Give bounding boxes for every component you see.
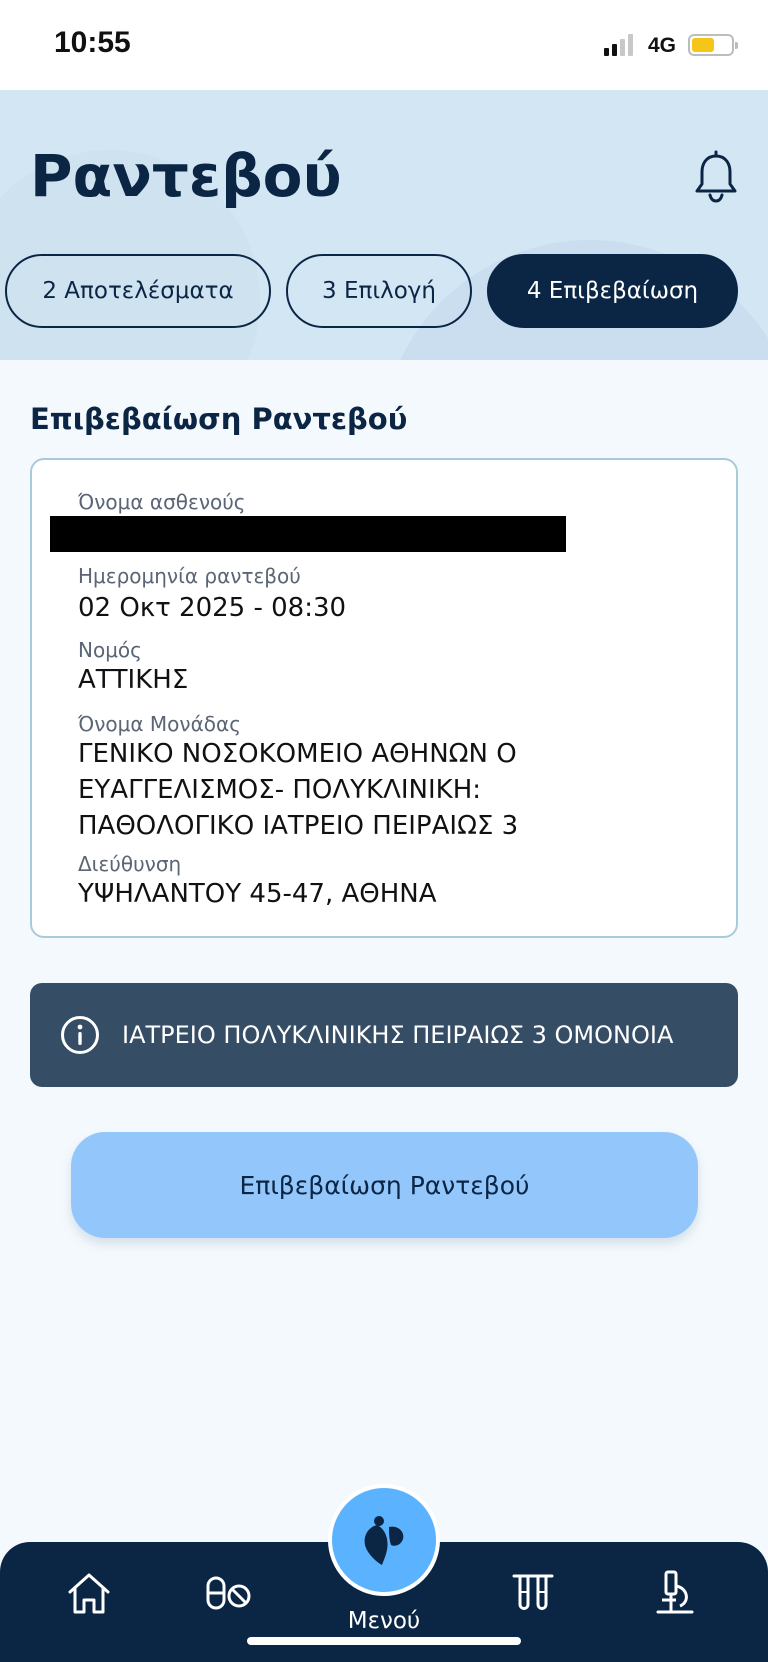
bell-icon[interactable] — [692, 150, 740, 204]
menu-label: Μενού — [347, 1608, 421, 1634]
unit-label: Όνομα Μονάδας — [78, 712, 241, 736]
menu-logo-icon — [364, 1516, 404, 1565]
status-time: 10:55 — [54, 26, 131, 59]
section-title: Επιβεβαίωση Ραντεβού — [30, 402, 408, 436]
address-label: Διεύθυνση — [78, 852, 182, 876]
step-selection[interactable]: 3 Επιλογή — [286, 254, 472, 328]
signal-icon — [604, 34, 633, 56]
address-value: ΥΨΗΛΑΝΤΟΥ 45-47, ΑΘΗΝΑ — [78, 879, 437, 909]
step-confirmation[interactable]: 4 Επιβεβαίωση — [487, 254, 738, 328]
page-title: Ραντεβού — [30, 142, 342, 210]
appointment-details-card: Όνομα ασθενούς Ημερομηνία ραντεβού 02 Οκ… — [30, 458, 738, 938]
page-header: Ραντεβού 2 Αποτελέσματα 3 Επιλογή 4 Επιβ… — [0, 90, 768, 360]
step-tabs: 2 Αποτελέσματα 3 Επιλογή 4 Επιβεβαίωση — [0, 254, 768, 330]
network-type: 4G — [648, 34, 677, 57]
info-banner: ΙΑΤΡΕΙΟ ΠΟΛΥΚΛΙΝΙΚΗΣ ΠΕΙΡΑΙΩΣ 3 ΟΜΟΝΟΙΑ — [30, 983, 738, 1087]
patient-name-label: Όνομα ασθενούς — [78, 490, 246, 514]
prefecture-value: ΑΤΤΙΚΗΣ — [78, 665, 189, 695]
confirm-appointment-button[interactable]: Επιβεβαίωση Ραντεβού — [71, 1132, 698, 1238]
status-bar: 10:55 4G — [0, 0, 768, 90]
info-text: ΙΑΤΡΕΙΟ ΠΟΛΥΚΛΙΝΙΚΗΣ ΠΕΙΡΑΙΩΣ 3 ΟΜΟΝΟΙΑ — [122, 1021, 674, 1049]
unit-line-3: ΠΑΘΟΛΟΓΙΚΟ ΙΑΤΡΕΙΟ ΠΕΙΡΑΙΩΣ 3 — [78, 811, 519, 841]
prefecture-label: Νομός — [78, 638, 142, 662]
step-results[interactable]: 2 Αποτελέσματα — [5, 254, 271, 328]
home-indicator — [247, 1637, 521, 1645]
unit-line-1: ΓΕΝΙΚΟ ΝΟΣΟΚΟΜΕΙΟ ΑΘΗΝΩΝ Ο — [78, 739, 517, 769]
info-icon — [61, 1016, 99, 1054]
date-value: 02 Οκτ 2025 - 08:30 — [78, 593, 347, 623]
menu-button[interactable] — [328, 1484, 440, 1596]
battery-icon — [688, 34, 738, 56]
date-label: Ημερομηνία ραντεβού — [78, 564, 301, 588]
unit-line-2: ΕΥΑΓΓΕΛΙΣΜΟΣ- ΠΟΛΥΚΛΙΝΙΚΗ: — [78, 775, 482, 805]
patient-name-redacted — [50, 516, 566, 552]
